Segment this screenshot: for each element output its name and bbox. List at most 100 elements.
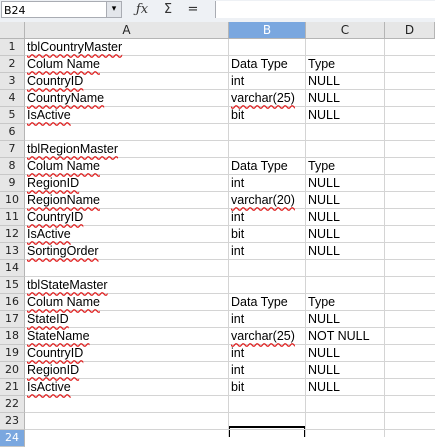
cell-c17[interactable]: NULL <box>306 311 384 328</box>
cell-a23[interactable] <box>25 413 228 430</box>
cell-b11[interactable]: int <box>229 209 305 226</box>
cell-b19[interactable]: int <box>229 345 305 362</box>
cell-c19[interactable]: NULL <box>306 345 384 362</box>
row-header[interactable]: 15 <box>0 277 25 294</box>
cell-a4[interactable]: CountryName <box>25 90 228 107</box>
row-header[interactable]: 7 <box>0 141 25 158</box>
cell-b17[interactable]: int <box>229 311 305 328</box>
row-header[interactable]: 10 <box>0 192 25 209</box>
cell-b1[interactable] <box>229 39 305 56</box>
cell-grid[interactable]: tblCountryMaster Colum Name Data Type Type C… <box>25 39 435 437</box>
cell-c24[interactable] <box>306 430 384 437</box>
cell-a21[interactable]: IsActive <box>25 379 228 396</box>
cell-c21[interactable]: NULL <box>306 379 384 396</box>
cell-a19[interactable]: CountryID <box>25 345 228 362</box>
cell-c23[interactable] <box>306 413 384 430</box>
cell-c3[interactable]: NULL <box>306 73 384 90</box>
cell-c7[interactable] <box>306 141 384 158</box>
row-header[interactable]: 2 <box>0 56 25 73</box>
cell-a15[interactable]: tblStateMaster <box>25 277 228 294</box>
cell-a7[interactable]: tblRegionMaster <box>25 141 228 158</box>
row-header[interactable]: 9 <box>0 175 25 192</box>
cell-b12[interactable]: bit <box>229 226 305 243</box>
cell-b16[interactable]: Data Type <box>229 294 305 311</box>
row-header[interactable]: 4 <box>0 90 25 107</box>
formula-equals-icon[interactable]: = <box>185 2 201 18</box>
row-header[interactable]: 16 <box>0 294 25 311</box>
cell-c9[interactable]: NULL <box>306 175 384 192</box>
select-all-corner[interactable] <box>0 22 25 39</box>
cell-a8[interactable]: Colum Name <box>25 158 228 175</box>
cell-b3[interactable]: int <box>229 73 305 90</box>
cell-c8[interactable]: Type <box>306 158 384 175</box>
cell-c12[interactable]: NULL <box>306 226 384 243</box>
cell-a3[interactable]: CountryID <box>25 73 228 90</box>
row-header[interactable]: 23 <box>0 413 25 430</box>
row-header[interactable]: 24 <box>0 430 25 447</box>
row-header[interactable]: 5 <box>0 107 25 124</box>
row-header[interactable]: 20 <box>0 362 25 379</box>
cell-a6[interactable] <box>25 124 228 141</box>
cell-b6[interactable] <box>229 124 305 141</box>
cell-a13[interactable]: SortingOrder <box>25 243 228 260</box>
cell-b14[interactable] <box>229 260 305 277</box>
cell-c10[interactable]: NULL <box>306 192 384 209</box>
cell-b8[interactable]: Data Type <box>229 158 305 175</box>
cell-a10[interactable]: RegionName <box>25 192 228 209</box>
function-wizard-icon[interactable]: ƒx <box>133 2 151 18</box>
row-header[interactable]: 19 <box>0 345 25 362</box>
cell-a16[interactable]: Colum Name <box>25 294 228 311</box>
name-box[interactable]: B24 <box>1 1 109 18</box>
cell-c22[interactable] <box>306 396 384 413</box>
formula-input[interactable] <box>215 1 435 18</box>
cell-b15[interactable] <box>229 277 305 294</box>
column-header-a[interactable]: A <box>25 22 229 39</box>
row-header[interactable]: 21 <box>0 379 25 396</box>
cell-c5[interactable]: NULL <box>306 107 384 124</box>
cell-c6[interactable] <box>306 124 384 141</box>
cell-c18[interactable]: NOT NULL <box>306 328 384 345</box>
cell-a1[interactable]: tblCountryMaster <box>25 39 228 56</box>
cell-c1[interactable] <box>306 39 384 56</box>
cell-c14[interactable] <box>306 260 384 277</box>
cell-c13[interactable]: NULL <box>306 243 384 260</box>
cell-c16[interactable]: Type <box>306 294 384 311</box>
cell-a17[interactable]: StateID <box>25 311 228 328</box>
cell-b22[interactable] <box>229 396 305 413</box>
cell-a9[interactable]: RegionID <box>25 175 228 192</box>
cell-c2[interactable]: Type <box>306 56 384 73</box>
column-header-b[interactable]: B <box>229 22 306 39</box>
cell-b10[interactable]: varchar(20) <box>229 192 305 209</box>
cell-a20[interactable]: RegionID <box>25 362 228 379</box>
row-header[interactable]: 1 <box>0 39 25 56</box>
cell-a14[interactable] <box>25 260 228 277</box>
cell-a11[interactable]: CountryID <box>25 209 228 226</box>
row-header[interactable]: 12 <box>0 226 25 243</box>
cell-b7[interactable] <box>229 141 305 158</box>
cell-b5[interactable]: bit <box>229 107 305 124</box>
row-header[interactable]: 18 <box>0 328 25 345</box>
column-header-d[interactable]: D <box>385 22 435 39</box>
row-header[interactable]: 8 <box>0 158 25 175</box>
cell-b24[interactable] <box>229 430 305 437</box>
cell-c15[interactable] <box>306 277 384 294</box>
cell-a24[interactable] <box>25 430 228 437</box>
cell-c11[interactable]: NULL <box>306 209 384 226</box>
cell-b13[interactable]: int <box>229 243 305 260</box>
cell-b2[interactable]: Data Type <box>229 56 305 73</box>
cell-b20[interactable]: int <box>229 362 305 379</box>
cell-c4[interactable]: NULL <box>306 90 384 107</box>
name-box-dropdown-icon[interactable]: ▾ <box>106 1 122 18</box>
row-header[interactable]: 22 <box>0 396 25 413</box>
cell-a5[interactable]: IsActive <box>25 107 228 124</box>
cell-b4[interactable]: varchar(25) <box>229 90 305 107</box>
row-header[interactable]: 17 <box>0 311 25 328</box>
cell-b21[interactable]: bit <box>229 379 305 396</box>
cell-a22[interactable] <box>25 396 228 413</box>
row-header[interactable]: 11 <box>0 209 25 226</box>
column-header-c[interactable]: C <box>306 22 385 39</box>
cell-b23[interactable] <box>229 413 305 430</box>
sum-icon[interactable]: Σ <box>160 2 176 18</box>
cell-b9[interactable]: int <box>229 175 305 192</box>
cell-b18[interactable]: varchar(25) <box>229 328 305 345</box>
